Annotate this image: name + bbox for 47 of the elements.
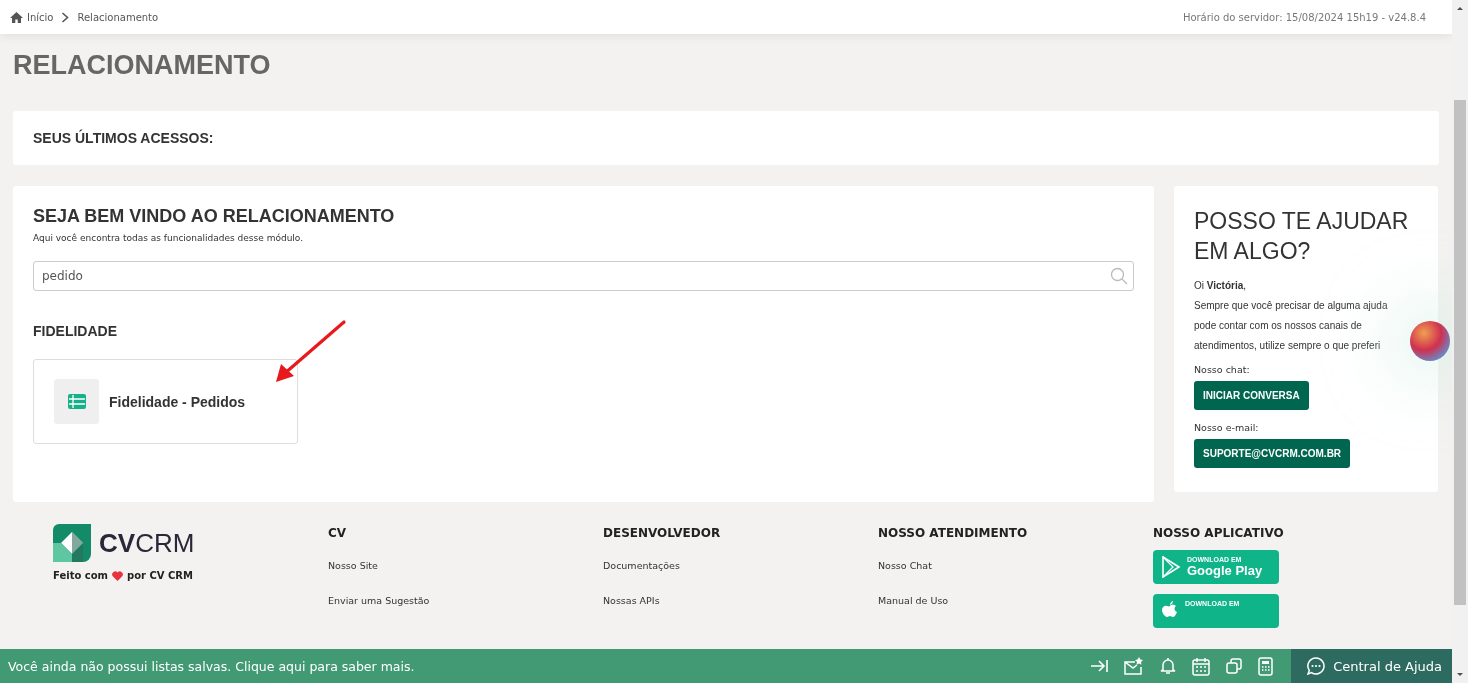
list-icon (67, 394, 86, 409)
footer-link[interactable]: Manual de Uso (878, 595, 949, 606)
footer-link[interactable]: Nosso Site (328, 560, 378, 571)
footer-link[interactable]: Nosso Chat (878, 560, 932, 571)
server-time: Horário do servidor: 15/08/2024 15h19 - v24.8.4 (1182, 11, 1426, 23)
section-title: FIDELIDADE (33, 323, 118, 339)
footer-heading: NOSSO ATENDIMENTO (878, 526, 1029, 540)
search-icon (1110, 267, 1128, 285)
mail-star-icon[interactable] (1124, 657, 1145, 675)
assistant-orb-icon[interactable] (1410, 321, 1450, 361)
windows-icon[interactable] (1226, 658, 1243, 674)
badge-title: Google Play (1187, 563, 1263, 578)
breadcrumb-current: Relacionamento (77, 11, 159, 23)
recent-access-title: SEUS ÚLTIMOS ACESSOS: (33, 130, 214, 146)
chevron-right-icon (61, 11, 70, 23)
search-field[interactable]: pedido (33, 261, 1134, 291)
play-icon (1161, 556, 1181, 578)
module-card[interactable]: Fidelidade - Pedidos (33, 359, 298, 444)
chat-label: Nosso chat: (1194, 364, 1251, 375)
footer-link[interactable]: Enviar uma Sugestão (328, 595, 430, 606)
welcome-title: SEJA BEM VINDO AO RELACIONAMENTO (33, 206, 396, 227)
help-center-button[interactable]: Central de Ajuda (1291, 649, 1452, 683)
start-chat-button[interactable]: INICIAR CONVERSA (1194, 381, 1309, 410)
collapse-icon[interactable] (1090, 658, 1109, 674)
footer-link[interactable]: Nossas APIs (603, 595, 660, 606)
made-with-text: Feito com (53, 570, 108, 581)
help-message: Sempre que você precisar de alguma ajuda pode contar com os nossos canais de atendimentos, utilize sempre o que preferi (1194, 299, 1389, 353)
breadcrumb-link[interactable]: Início (27, 11, 54, 23)
home-icon (10, 11, 23, 23)
footer-link[interactable]: Documentações (603, 560, 680, 571)
logo-text: CVCRM (99, 527, 195, 559)
footer-heading: NOSSO APLICATIVO (1153, 526, 1285, 540)
help-title: POSSO TE AJUDAR EM ALGO? (1194, 207, 1410, 266)
heart-icon (112, 570, 123, 581)
footer-heading: CV (328, 526, 348, 540)
footer-heading: DESENVOLVEDOR (603, 526, 722, 540)
greeting-text: Oi Victória, (1194, 279, 1248, 293)
welcome-subtitle: Aqui você encontra todas as funcionalidades desse módulo. (33, 233, 305, 243)
chat-icon (1307, 657, 1326, 675)
email-label: Nosso e-mail: (1194, 422, 1260, 433)
bell-icon[interactable] (1160, 657, 1177, 675)
made-by-text: por CV CRM (127, 570, 193, 581)
calendar-icon[interactable] (1192, 656, 1211, 676)
calculator-icon[interactable] (1258, 656, 1274, 676)
logo-icon (53, 524, 91, 562)
email-button[interactable]: SUPORTE@CVCRM.COM.BR (1194, 439, 1351, 468)
page-title: RELACIONAMENTO (13, 50, 272, 81)
